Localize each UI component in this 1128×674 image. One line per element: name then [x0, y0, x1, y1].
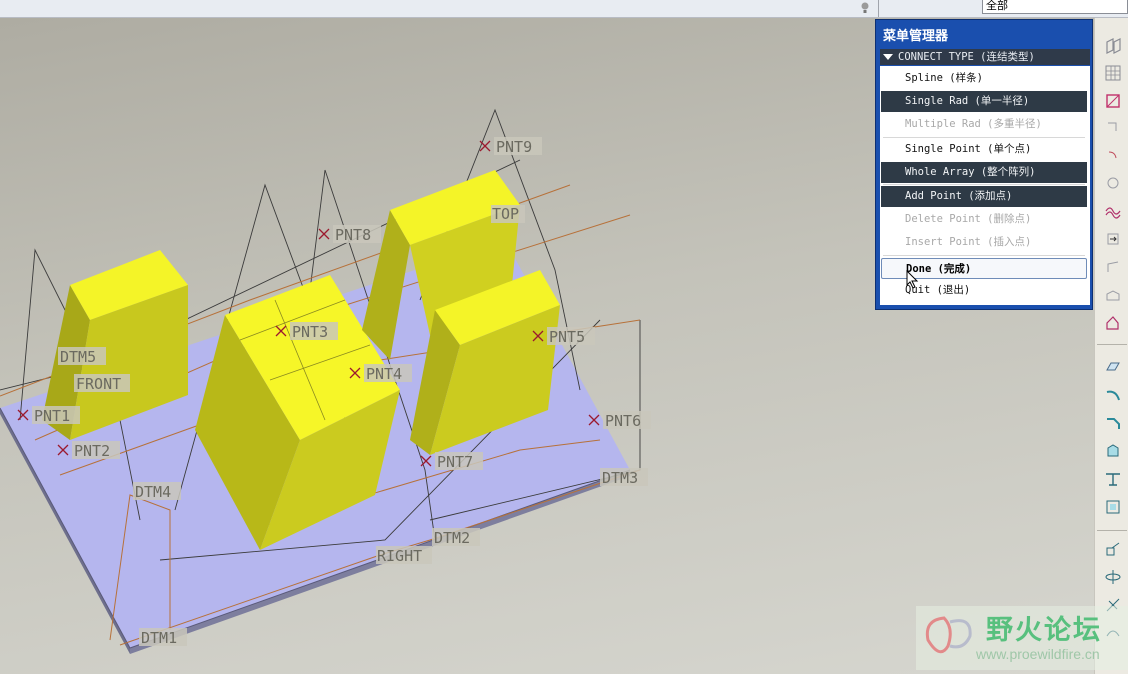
collapse-triangle-icon[interactable] [883, 54, 893, 60]
svg-text:DTM3: DTM3 [602, 469, 638, 487]
svg-text:PNT7: PNT7 [437, 453, 473, 471]
svg-text:PNT3: PNT3 [292, 323, 328, 341]
hole-icon[interactable] [1102, 356, 1124, 378]
menu-item-insert-point: Insert Point (插入点) [905, 236, 1032, 248]
svg-text:PNT4: PNT4 [366, 365, 402, 383]
datum-label-dtm3: DTM3 [600, 468, 648, 487]
watermark-url: www.proewildfire.cn [976, 646, 1100, 662]
connect-type-header[interactable]: CONNECT TYPE (连结类型) [880, 49, 1090, 65]
coordinate-system-icon[interactable] [1102, 172, 1124, 194]
datum-point-pnt9: PNT9 [479, 137, 542, 156]
svg-text:TOP: TOP [492, 205, 519, 223]
toolbar-separator [1097, 344, 1127, 345]
draft-icon[interactable] [1102, 496, 1124, 518]
menu-item-single-point[interactable]: Single Point (单个点) [881, 139, 1087, 160]
svg-text:PNT5: PNT5 [549, 328, 585, 346]
extrude-icon[interactable] [1102, 312, 1124, 334]
datum-label-dtm4: DTM4 [133, 482, 181, 501]
svg-text:DTM5: DTM5 [60, 348, 96, 366]
forum-watermark: 野火论坛 www.proewildfire.cn [916, 606, 1128, 670]
watermark-title: 野火论坛 [986, 615, 1102, 646]
chamfer-icon[interactable] [1102, 412, 1124, 434]
svg-text:PNT8: PNT8 [335, 226, 371, 244]
sketch-icon[interactable] [1102, 90, 1124, 112]
analysis-icon[interactable] [1102, 200, 1124, 222]
right-feature-toolbar [1094, 18, 1128, 674]
menu-item-multiple-rad: Multiple Rad (多重半径) [905, 118, 1042, 130]
datum-label-dtm1: DTM1 [139, 628, 187, 647]
svg-text:RIGHT: RIGHT [377, 547, 422, 565]
svg-text:PNT2: PNT2 [74, 442, 110, 460]
svg-text:DTM2: DTM2 [434, 529, 470, 547]
datum-label-front: FRONT [74, 374, 130, 393]
trim-icon[interactable] [1102, 284, 1124, 306]
svg-text:DTM1: DTM1 [141, 629, 177, 647]
placement-icon[interactable] [1102, 228, 1124, 250]
datum-curve-icon[interactable] [1102, 144, 1124, 166]
svg-text:DTM4: DTM4 [135, 483, 171, 501]
menu-item-whole-array[interactable]: Whole Array (整个阵列) [881, 162, 1087, 183]
lightbulb-icon[interactable] [860, 1, 870, 14]
menu-item-spline[interactable]: Spline (样条) [881, 68, 1087, 89]
menu-item-single-rad[interactable]: Single Rad (单一半径) [881, 91, 1087, 112]
svg-text:PNT6: PNT6 [605, 412, 641, 430]
rib-icon[interactable] [1102, 468, 1124, 490]
menu-manager-title: 菜单管理器 [883, 29, 949, 44]
svg-text:FRONT: FRONT [76, 375, 121, 393]
filter-combo[interactable]: 全部 [982, 0, 1128, 14]
mirror-icon[interactable] [1102, 256, 1124, 278]
datum-label-dtm2: DTM2 [432, 528, 480, 547]
mouse-cursor-icon [906, 270, 919, 289]
datum-label-top: TOP [491, 205, 525, 223]
menu-item-delete-point: Delete Point (删除点) [905, 213, 1032, 225]
pattern-icon[interactable] [1102, 538, 1124, 560]
svg-text:PNT9: PNT9 [496, 138, 532, 156]
shell-icon[interactable] [1102, 440, 1124, 462]
copy-icon[interactable] [1102, 566, 1124, 588]
menu-manager: 菜单管理器 CONNECT TYPE (连结类型) Spline (样条) Si… [875, 19, 1093, 310]
toolbar-separator [878, 0, 879, 17]
datum-label-dtm5: DTM5 [58, 347, 106, 366]
datum-axis-icon[interactable] [1102, 62, 1124, 84]
menu-divider [883, 137, 1085, 138]
svg-text:PNT1: PNT1 [34, 407, 70, 425]
menu-divider [883, 184, 1085, 185]
datum-label-right: RIGHT [376, 546, 432, 565]
datum-plane-icon[interactable] [1102, 36, 1124, 58]
datum-point-pnt8: PNT8 [318, 225, 381, 244]
datum-point-icon[interactable] [1102, 116, 1124, 138]
round-icon[interactable] [1102, 384, 1124, 406]
menu-item-add-point[interactable]: Add Point (添加点) [881, 186, 1087, 207]
menu-divider [883, 255, 1085, 256]
watermark-logo-icon [925, 616, 972, 654]
toolbar-separator [1097, 530, 1127, 531]
top-toolbar: 全部 [0, 0, 1128, 18]
